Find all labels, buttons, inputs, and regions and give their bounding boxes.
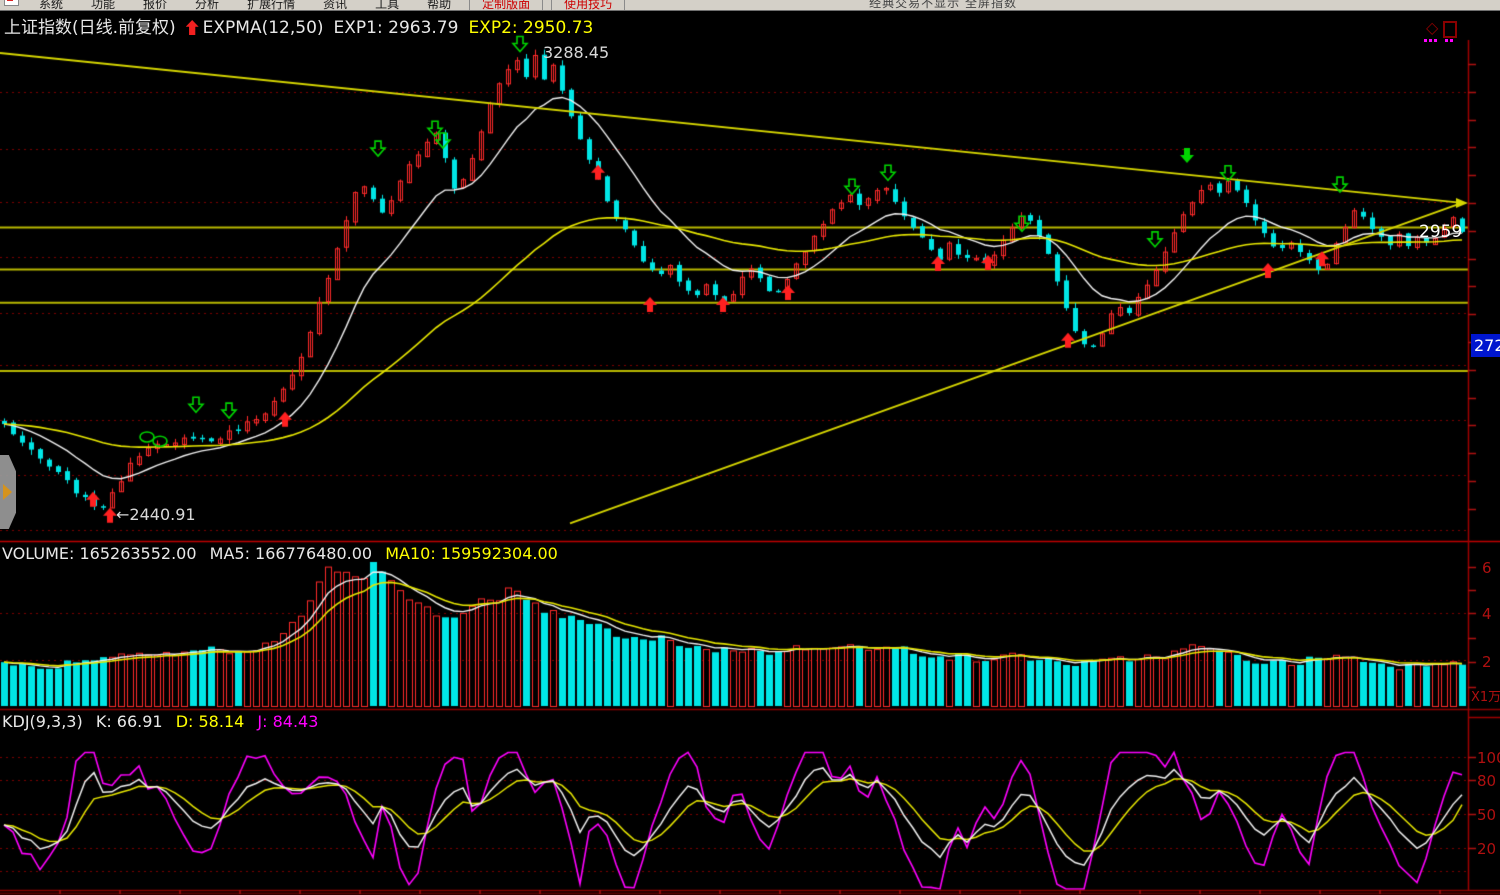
dot-icon (1429, 39, 1432, 42)
dot-icon (1445, 39, 1448, 42)
dot-icon (1450, 39, 1453, 42)
dot-icon (1434, 39, 1437, 42)
trading-app-window: { "menu": { "items": ["系统", "功能", "报价", … (0, 0, 1500, 895)
window-box-icon[interactable] (1443, 21, 1457, 38)
diamond-icon[interactable]: ◇ (1426, 20, 1438, 36)
sidebar-flyout-handle[interactable] (0, 455, 16, 529)
expand-arrow-icon (3, 484, 12, 500)
chart-canvas[interactable] (0, 0, 1500, 895)
dot-icon (1424, 39, 1427, 42)
